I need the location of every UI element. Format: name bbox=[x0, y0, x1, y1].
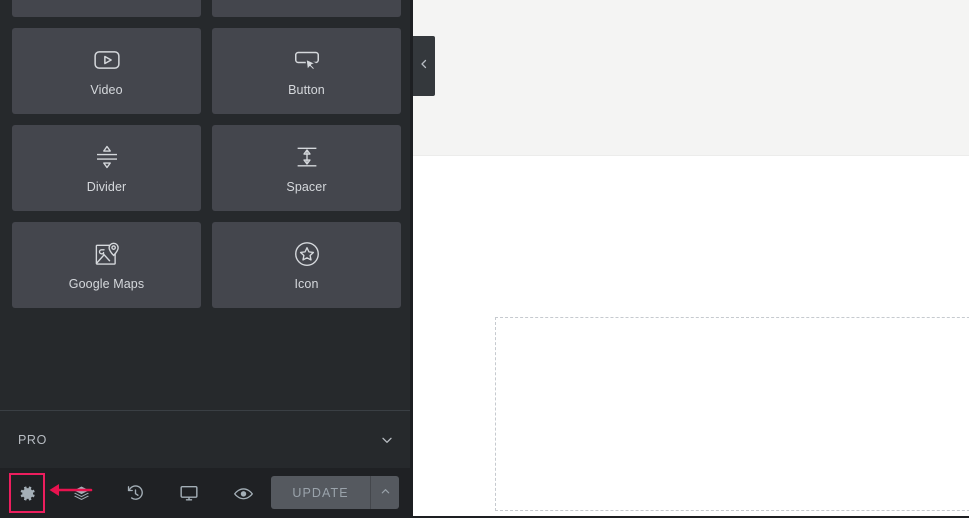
editor-panel: Image Text Editor bbox=[0, 0, 413, 518]
eye-icon bbox=[233, 483, 254, 504]
widget-grid: Image Text Editor bbox=[12, 0, 401, 308]
widget-label: Button bbox=[288, 83, 325, 98]
preview-button[interactable] bbox=[216, 468, 270, 518]
layers-icon bbox=[72, 484, 91, 503]
navigator-button[interactable] bbox=[54, 468, 108, 518]
widget-card-spacer[interactable]: Spacer bbox=[212, 125, 401, 211]
widget-card-button[interactable]: Button bbox=[212, 28, 401, 114]
preview-canvas[interactable] bbox=[413, 0, 969, 518]
chevron-down-icon[interactable] bbox=[379, 432, 395, 448]
widget-label: Google Maps bbox=[68, 277, 145, 292]
chevron-up-icon bbox=[380, 484, 391, 502]
section-dropzone[interactable] bbox=[495, 317, 969, 511]
history-icon bbox=[126, 484, 145, 503]
widget-card-image[interactable]: Image bbox=[12, 0, 201, 17]
settings-button[interactable] bbox=[0, 468, 54, 518]
widget-card-text-editor[interactable]: Text Editor bbox=[212, 0, 401, 17]
google-maps-icon bbox=[92, 239, 122, 269]
widget-label: Divider bbox=[86, 180, 127, 195]
widget-label: Video bbox=[90, 83, 123, 98]
widget-label: Icon bbox=[294, 277, 319, 292]
pro-section-label: PRO bbox=[18, 432, 47, 447]
button-cursor-icon bbox=[292, 45, 322, 75]
widget-card-google-maps[interactable]: Google Maps bbox=[12, 222, 201, 308]
widget-label: Spacer bbox=[286, 180, 327, 195]
elementor-editor: Image Text Editor bbox=[0, 0, 969, 518]
history-button[interactable] bbox=[108, 468, 162, 518]
chevron-left-icon bbox=[418, 57, 430, 75]
video-play-icon bbox=[92, 45, 122, 75]
gear-icon bbox=[18, 484, 37, 503]
update-button-group: UPDATE bbox=[271, 476, 399, 509]
widget-list-scroll[interactable]: Image Text Editor bbox=[0, 0, 413, 410]
divider-icon bbox=[92, 142, 122, 172]
update-options-caret[interactable] bbox=[370, 476, 399, 509]
update-button[interactable]: UPDATE bbox=[271, 476, 370, 509]
widget-card-divider[interactable]: Divider bbox=[12, 125, 201, 211]
canvas-divider bbox=[413, 155, 969, 156]
widget-card-video[interactable]: Video bbox=[12, 28, 201, 114]
pro-section-header[interactable]: PRO bbox=[0, 410, 413, 468]
star-circle-icon bbox=[292, 239, 322, 269]
responsive-mode-button[interactable] bbox=[162, 468, 216, 518]
widget-card-icon[interactable]: Icon bbox=[212, 222, 401, 308]
monitor-icon bbox=[179, 483, 199, 503]
panel-collapse-handle[interactable] bbox=[413, 36, 435, 96]
canvas-header-band bbox=[413, 0, 969, 155]
spacer-icon bbox=[292, 142, 322, 172]
